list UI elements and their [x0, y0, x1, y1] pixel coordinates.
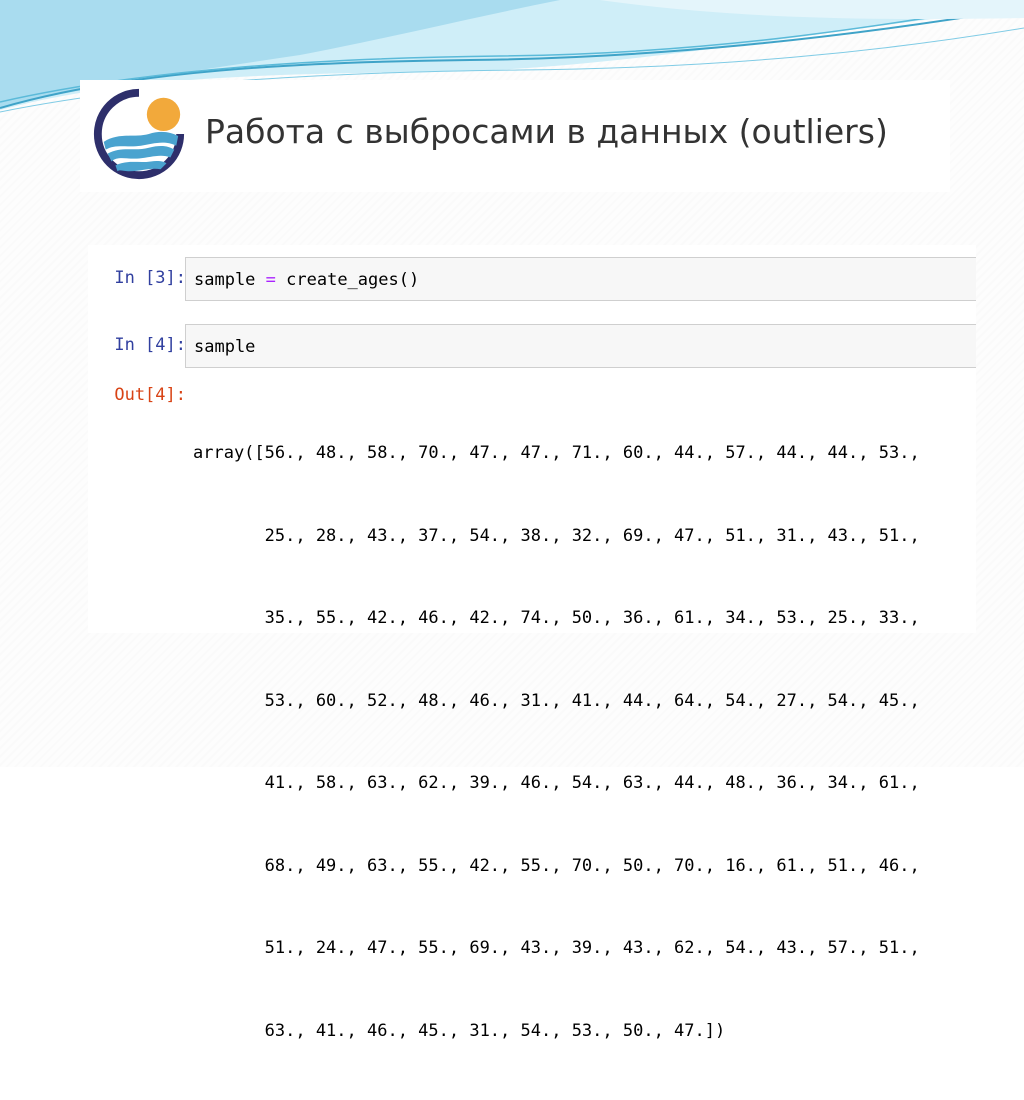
output-line: 25., 28., 43., 37., 54., 38., 32., 69., … — [193, 525, 920, 546]
output-line: 35., 55., 42., 46., 42., 74., 50., 36., … — [193, 608, 920, 628]
title-banner: Работа с выбросами в данных (outliers) — [80, 80, 950, 192]
input-prompt: In [4]: — [114, 335, 186, 355]
output-line: 41., 58., 63., 62., 39., 46., 54., 63., … — [193, 773, 920, 793]
jupyter-notebook: In [3]: sample = create_ages() In [4]: s… — [88, 245, 976, 1041]
slide-title: Работа с выбросами в данных (outliers) — [205, 112, 888, 151]
code-text: create_ages() — [275, 270, 420, 290]
code-text: sample — [194, 270, 266, 290]
array-output: array([56., 48., 58., 70., 47., 47., 71.… — [193, 385, 920, 1100]
output-cell-4: Out[4]: array([56., 48., 58., 70., 47., … — [88, 381, 976, 1041]
code-cell-4[interactable]: In [4]: sample — [88, 324, 976, 370]
code-text: sample — [194, 337, 256, 357]
input-prompt: In [3]: — [114, 268, 186, 288]
output-line: array([56., 48., 58., 70., 47., 47., 71.… — [193, 443, 920, 463]
output-line: 68., 49., 63., 55., 42., 55., 70., 50., … — [193, 855, 920, 876]
output-line: 53., 60., 52., 48., 46., 31., 41., 44., … — [193, 690, 920, 711]
code-cell-3[interactable]: In [3]: sample = create_ages() — [88, 257, 976, 303]
logo-icon — [93, 88, 185, 180]
code-input[interactable]: sample = create_ages() — [185, 257, 976, 301]
output-line: 51., 24., 47., 55., 69., 43., 39., 43., … — [193, 938, 920, 958]
output-prompt: Out[4]: — [114, 385, 186, 405]
assignment-operator: = — [265, 270, 276, 290]
output-line: 63., 41., 46., 45., 31., 54., 53., 50., … — [193, 1020, 726, 1041]
code-input[interactable]: sample — [185, 324, 976, 368]
